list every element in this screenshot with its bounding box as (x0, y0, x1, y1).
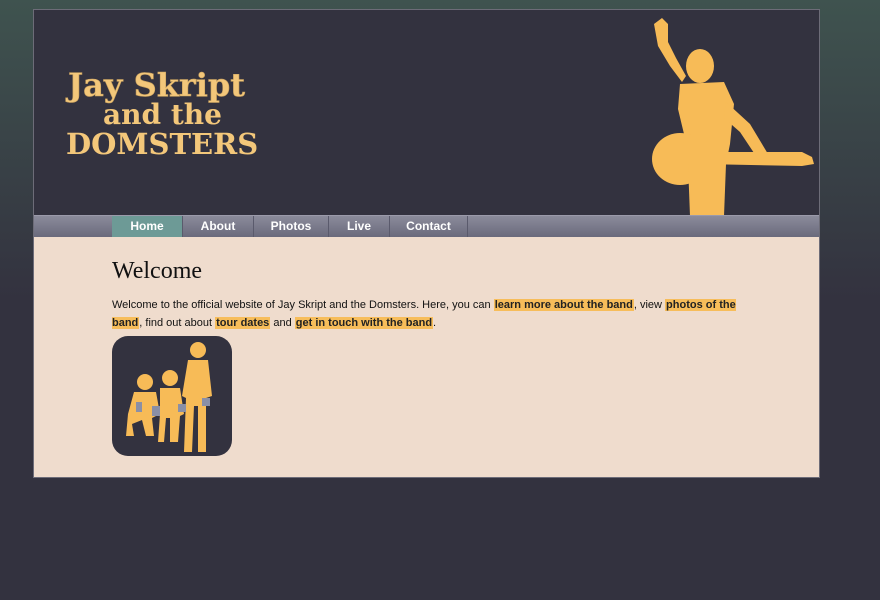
nav-item-contact[interactable]: Contact (390, 216, 468, 237)
band-silhouette-icon (112, 336, 232, 456)
main-nav: Home About Photos Live Contact (34, 215, 819, 237)
intro-paragraph: Welcome to the official website of Jay S… (112, 296, 752, 332)
intro-text: . (433, 317, 437, 329)
page-wrapper: Jay Skript and the DOMSTERS Home About P… (33, 9, 820, 478)
intro-text: , find out about (139, 317, 216, 329)
nav-item-home[interactable]: Home (112, 216, 183, 237)
nav-item-live[interactable]: Live (329, 216, 390, 237)
guitarist-silhouette-icon (642, 14, 817, 221)
intro-text: , view (633, 299, 666, 311)
site-header: Jay Skript and the DOMSTERS (34, 10, 819, 216)
link-contact[interactable]: get in touch with the band (294, 317, 434, 329)
link-about[interactable]: learn more about the band (493, 299, 634, 311)
nav-item-about[interactable]: About (183, 216, 254, 237)
logo-line-3: DOMSTERS (66, 127, 258, 161)
page-title: Welcome (112, 258, 203, 284)
nav-item-photos[interactable]: Photos (254, 216, 329, 237)
link-tour-dates[interactable]: tour dates (215, 317, 271, 329)
main-content: Welcome Welcome to the official website … (112, 236, 752, 456)
intro-text: and (270, 317, 295, 329)
site-logo[interactable]: Jay Skript and the DOMSTERS (64, 66, 304, 176)
intro-text: Welcome to the official website of Jay S… (112, 299, 494, 311)
